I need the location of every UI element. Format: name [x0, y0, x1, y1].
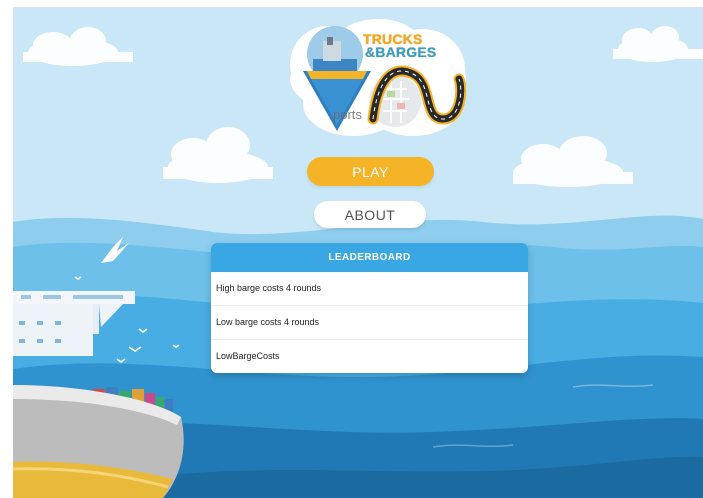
about-button[interactable]: ABOUT — [314, 201, 426, 228]
logo-subtitle: ports — [333, 107, 362, 122]
game-logo: TRUCKS &BARGES ports — [283, 19, 473, 141]
game-screen: TRUCKS &BARGES ports PLAY ABOUT LEADERBO… — [13, 7, 703, 498]
logo-title-line2: &BARGES — [365, 44, 437, 60]
play-button[interactable]: PLAY — [307, 157, 434, 186]
leaderboard-title: LEADERBOARD — [211, 243, 528, 272]
leaderboard-entry[interactable]: High barge costs 4 rounds — [211, 272, 528, 306]
leaderboard-panel: LEADERBOARD High barge costs 4 rounds Lo… — [211, 243, 528, 373]
leaderboard-entry[interactable]: Low barge costs 4 rounds — [211, 306, 528, 340]
leaderboard-entry[interactable]: LowBargeCosts — [211, 340, 528, 373]
ship-icon — [13, 385, 184, 498]
